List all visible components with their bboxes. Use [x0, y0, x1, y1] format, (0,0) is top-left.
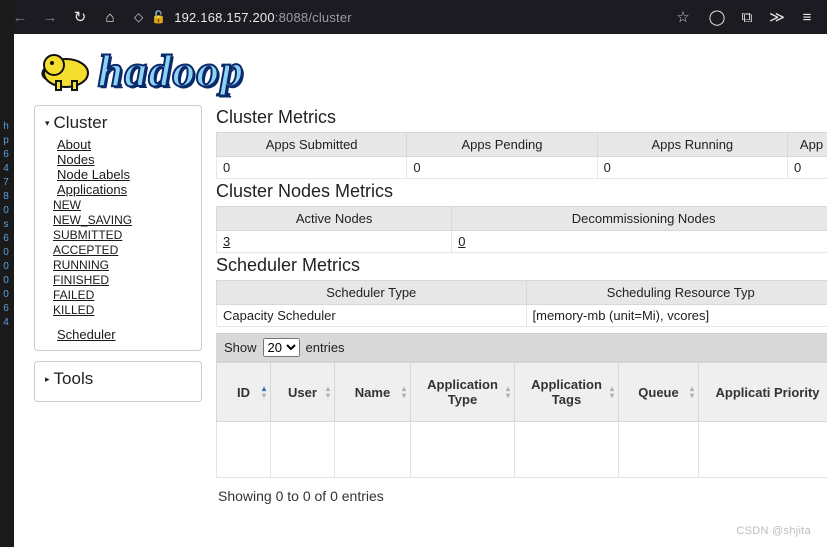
col-apptype[interactable]: Application Type▴▾ [411, 363, 515, 422]
col-apps-running[interactable]: Apps Running [597, 133, 787, 157]
table-row-empty [217, 422, 827, 478]
sidebar-item-app-finished[interactable]: FINISHED [53, 273, 109, 287]
col-user[interactable]: User▴▾ [271, 363, 335, 422]
main-content: Cluster Metrics Apps Submitted Apps Pend… [216, 105, 827, 512]
sidebar-section-tools[interactable]: ▸Tools [35, 366, 201, 393]
sidebar-item-app-new[interactable]: NEW [53, 198, 81, 212]
logo-text: hadoop [98, 44, 245, 97]
url-bar[interactable]: ◇ 🔓 192.168.157.200:8088/cluster ☆ [130, 5, 697, 29]
lock-icon: 🔓 [151, 10, 166, 24]
section-title-scheduler-metrics: Scheduler Metrics [216, 255, 827, 276]
sidebar-item-app-accepted[interactable]: ACCEPTED [53, 243, 118, 257]
col-apps-pending[interactable]: Apps Pending [407, 133, 597, 157]
show-label-post: entries [306, 340, 345, 355]
cell-apps-submitted: 0 [217, 157, 407, 179]
col-apps-submitted[interactable]: Apps Submitted [217, 133, 407, 157]
nodes-metrics-table: Active Nodes Decommissioning Nodes 3 0 [216, 206, 827, 253]
col-apptags[interactable]: Application Tags▴▾ [515, 363, 619, 422]
col-decom-nodes[interactable]: Decommissioning Nodes [452, 207, 827, 231]
menu-icon[interactable]: ≡ [797, 9, 817, 26]
extensions-icon[interactable]: ⧉ [737, 9, 757, 26]
col-id[interactable]: ID▴▾ [217, 363, 271, 422]
sort-icon: ▴▾ [610, 385, 614, 399]
url-text: 192.168.157.200:8088/cluster [174, 10, 352, 25]
sidebar-item-app-submitted[interactable]: SUBMITTED [53, 228, 122, 242]
cluster-metrics-table: Apps Submitted Apps Pending Apps Running… [216, 132, 827, 179]
col-queue[interactable]: Queue▴▾ [619, 363, 699, 422]
sidebar-item-nodelabels[interactable]: Node Labels [57, 167, 130, 182]
account-icon[interactable]: ◯ [707, 8, 727, 26]
watermark: CSDN @shjita [736, 525, 811, 537]
scheduler-metrics-table: Scheduler Type Scheduling Resource Typ C… [216, 280, 827, 327]
col-name[interactable]: Name▴▾ [335, 363, 411, 422]
col-active-nodes[interactable]: Active Nodes [217, 207, 452, 231]
sidebar-item-scheduler[interactable]: Scheduler [57, 327, 201, 342]
home-button[interactable]: ⌂ [100, 9, 120, 26]
sidebar-item-app-running[interactable]: RUNNING [53, 258, 109, 272]
section-title-cluster-metrics: Cluster Metrics [216, 107, 827, 128]
col-scheduling-resource[interactable]: Scheduling Resource Typ [526, 281, 827, 305]
sort-icon: ▴▾ [402, 385, 406, 399]
col-apps-more[interactable]: App [788, 133, 827, 157]
cell-active-nodes[interactable]: 3 [217, 231, 452, 253]
sidebar-section-cluster[interactable]: ▾Cluster [35, 110, 201, 137]
sort-icon: ▴▾ [506, 385, 510, 399]
show-label-pre: Show [224, 340, 257, 355]
cell-apps-pending: 0 [407, 157, 597, 179]
cell-decom-nodes[interactable]: 0 [452, 231, 827, 253]
bookmark-star-icon[interactable]: ☆ [673, 8, 693, 26]
chevron-down-icon: ▾ [45, 118, 50, 128]
sidebar-item-app-newsaving[interactable]: NEW_SAVING [53, 213, 132, 227]
chevron-right-icon: ▸ [45, 374, 50, 385]
browser-toolbar: ← → ↻ ⌂ ◇ 🔓 192.168.157.200:8088/cluster… [0, 0, 827, 34]
hadoop-logo: hadoop [14, 34, 827, 103]
cell-apps-more: 0 [788, 157, 827, 179]
terminal-gutter: h p64780 s6000064 [0, 0, 14, 547]
forward-button[interactable]: → [40, 9, 60, 26]
sort-icon: ▴▾ [326, 385, 330, 399]
applications-table: ID▴▾ User▴▾ Name▴▾ Application Type▴▾ Ap… [216, 362, 827, 478]
elephant-icon [36, 45, 100, 96]
shield-icon: ◇ [134, 10, 143, 24]
section-title-nodes-metrics: Cluster Nodes Metrics [216, 181, 827, 202]
sidebar-item-applications[interactable]: Applications [57, 182, 127, 197]
col-scheduler-type[interactable]: Scheduler Type [217, 281, 527, 305]
sidebar-item-app-failed[interactable]: FAILED [53, 288, 94, 302]
page-size-select[interactable]: 20 [263, 338, 300, 357]
sort-icon: ▴▾ [690, 385, 694, 399]
sidebar: ▾Cluster About Nodes Node Labels Applica… [34, 105, 202, 402]
reload-button[interactable]: ↻ [70, 8, 90, 26]
cell-apps-running: 0 [597, 157, 787, 179]
col-priority[interactable]: Applicati Priority▴▾ [699, 363, 827, 422]
sort-icon: ▴▾ [262, 385, 266, 399]
overflow-icon[interactable]: ≫ [767, 8, 787, 26]
table-length-control: Show 20 entries [216, 333, 827, 362]
cell-scheduler-type: Capacity Scheduler [217, 305, 527, 327]
table-info: Showing 0 to 0 of 0 entries [216, 478, 827, 504]
cell-scheduling-resource: [memory-mb (unit=Mi), vcores] [526, 305, 827, 327]
sidebar-item-about[interactable]: About [57, 137, 91, 152]
sidebar-item-app-killed[interactable]: KILLED [53, 303, 94, 317]
sidebar-item-nodes[interactable]: Nodes [57, 152, 95, 167]
